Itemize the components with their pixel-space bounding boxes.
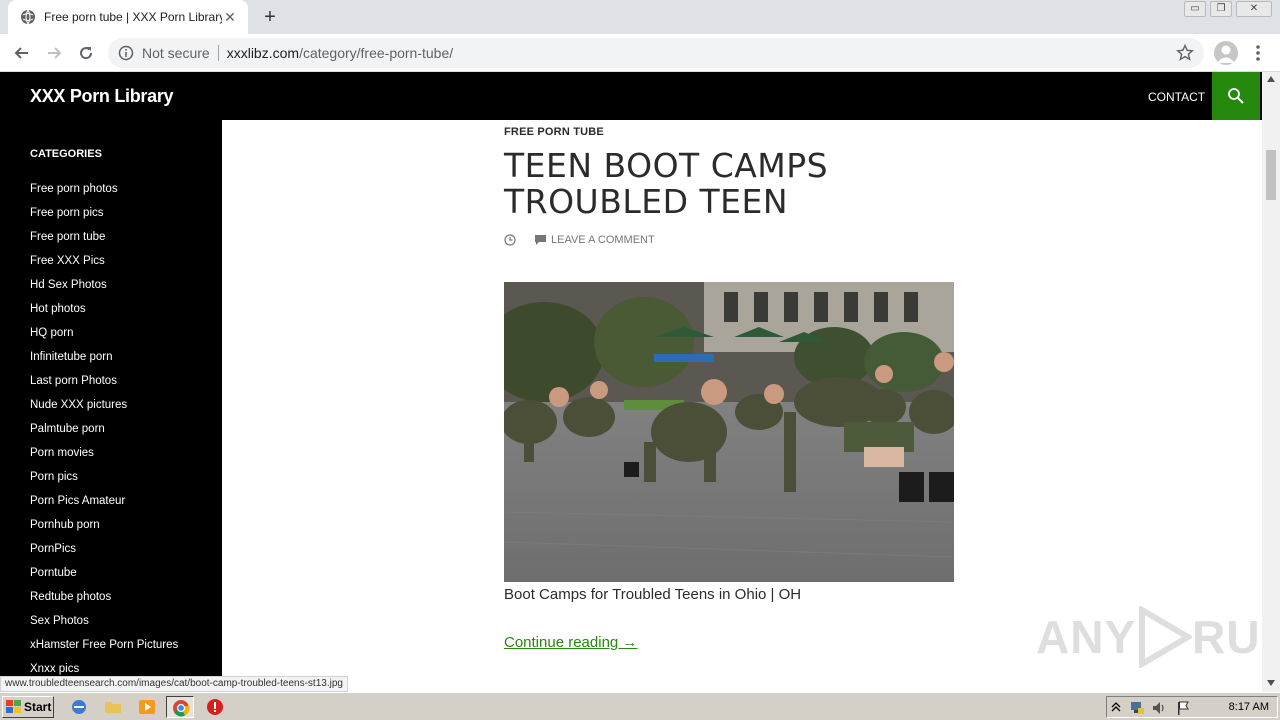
category-link[interactable]: Free porn photos <box>30 182 178 206</box>
post-title-line: TROUBLED TEEN <box>504 182 789 221</box>
action-center-flag-icon[interactable] <box>1175 700 1191 716</box>
category-link[interactable]: Free porn pics <box>30 206 178 230</box>
watermark-text: ANY <box>1036 611 1137 663</box>
globe-icon <box>21 9 35 25</box>
url-host: xxxlibz.com <box>226 45 300 61</box>
category-link[interactable]: Sex Photos <box>30 614 178 638</box>
internet-explorer-icon[interactable] <box>70 698 88 716</box>
start-button[interactable]: Start <box>2 696 54 718</box>
back-arrow-icon <box>14 47 28 59</box>
reload-button[interactable] <box>74 41 98 65</box>
status-url-bubble: www.troubledteensearch.com/images/cat/bo… <box>0 676 348 692</box>
windows-taskbar: Start 8:17 AM <box>0 692 1280 720</box>
category-link[interactable]: Xnxx pics <box>30 662 178 676</box>
nav-contact-link[interactable]: CONTACT <box>1148 90 1205 104</box>
browser-menu-icon[interactable] <box>1250 41 1266 65</box>
category-link[interactable]: PornPics <box>30 542 178 566</box>
leave-comment-link[interactable]: LEAVE A COMMENT <box>551 234 655 246</box>
screen: Free porn tube | XXX Porn Library ✕ + ▭ … <box>0 0 1280 720</box>
info-icon[interactable] <box>118 45 134 61</box>
category-link[interactable]: xHamster Free Porn Pictures <box>30 638 178 662</box>
forward-arrow-icon <box>48 47 62 59</box>
alert-stop-icon[interactable] <box>206 698 224 716</box>
continue-reading-link[interactable]: Continue reading → <box>504 634 637 651</box>
address-bar[interactable]: Not secure xxxlibz.com/category/free-por… <box>108 38 1204 68</box>
network-icon[interactable] <box>1129 700 1145 716</box>
scroll-up-arrow-icon[interactable] <box>1267 76 1275 82</box>
profile-avatar-icon[interactable] <box>1214 41 1238 65</box>
chrome-icon <box>173 700 190 717</box>
category-link[interactable]: Porn pics <box>30 470 178 494</box>
category-link[interactable]: Last porn Photos <box>30 374 178 398</box>
category-link[interactable]: Palmtube porn <box>30 422 178 446</box>
scroll-down-arrow-icon[interactable] <box>1267 680 1275 686</box>
back-button[interactable] <box>10 41 34 65</box>
site-title[interactable]: XXX Porn Library <box>30 86 174 107</box>
site-header: XXX Porn Library CONTACT <box>0 72 1268 120</box>
category-link[interactable]: Hot photos <box>30 302 178 326</box>
restore-button[interactable]: ❐ <box>1210 1 1232 17</box>
scrollbar-thumb[interactable] <box>1266 150 1276 200</box>
chrome-taskbar-button[interactable] <box>166 696 194 718</box>
browser-toolbar: Not secure xxxlibz.com/category/free-por… <box>0 34 1280 72</box>
media-player-icon[interactable] <box>138 698 156 716</box>
category-link[interactable]: Porntube <box>30 566 178 590</box>
tab-title: Free porn tube | XXX Porn Library <box>44 10 222 24</box>
search-toggle-button[interactable] <box>1212 72 1260 120</box>
category-link[interactable]: Free XXX Pics <box>30 254 178 278</box>
vertical-scrollbar[interactable] <box>1262 72 1280 692</box>
sidebar: CATEGORIES Free porn photos Free porn pi… <box>0 120 222 676</box>
category-link[interactable]: Hd Sex Photos <box>30 278 178 302</box>
forward-button[interactable] <box>42 41 66 65</box>
main-content: FREE PORN TUBE TEEN BOOT CAMPS TROUBLED … <box>222 120 1268 676</box>
post-featured-image[interactable] <box>504 282 954 582</box>
clock-icon <box>504 234 516 246</box>
category-link[interactable]: HQ porn <box>30 326 178 350</box>
tray-expand-icon[interactable] <box>1111 701 1121 713</box>
boot-camp-photo <box>504 282 954 582</box>
volume-icon[interactable] <box>1151 700 1167 716</box>
start-label: Start <box>24 700 52 714</box>
category-link[interactable]: Pornhub porn <box>30 518 178 542</box>
post-title-line: TEEN BOOT CAMPS <box>504 146 829 185</box>
bookmark-star-icon[interactable] <box>1176 44 1194 62</box>
category-list: Free porn photos Free porn pics Free por… <box>30 182 178 676</box>
window-close-button[interactable]: ✕ <box>1236 1 1272 17</box>
category-link[interactable]: Porn Pics Amateur <box>30 494 178 518</box>
post-category-link[interactable]: FREE PORN TUBE <box>504 126 604 138</box>
windows-logo-icon <box>6 700 21 713</box>
search-icon <box>1228 88 1244 104</box>
folder-icon[interactable] <box>104 698 122 716</box>
security-label[interactable]: Not secure <box>142 45 210 61</box>
play-triangle-icon <box>1139 606 1193 668</box>
omnibox-divider <box>217 45 219 61</box>
tab-strip: Free porn tube | XXX Porn Library ✕ + ▭ … <box>0 0 1280 34</box>
minimize-button[interactable]: ▭ <box>1184 1 1206 17</box>
tab-close-icon[interactable]: ✕ <box>222 9 238 26</box>
reload-icon <box>80 47 93 60</box>
category-link[interactable]: Nude XXX pictures <box>30 398 178 422</box>
new-tab-button[interactable]: + <box>258 6 282 28</box>
categories-heading: CATEGORIES <box>30 148 102 160</box>
taskbar-clock[interactable]: 8:17 AM <box>1229 701 1269 713</box>
browser-tab[interactable]: Free porn tube | XXX Porn Library ✕ <box>8 0 248 34</box>
comment-bubble-icon <box>535 235 546 245</box>
url-path: /category/free-porn-tube/ <box>299 45 454 61</box>
image-caption: Boot Camps for Troubled Teens in Ohio | … <box>504 586 802 603</box>
category-link[interactable]: Infinitetube porn <box>30 350 178 374</box>
system-tray: 8:17 AM <box>1106 696 1278 718</box>
category-link[interactable]: Porn movies <box>30 446 178 470</box>
post-title[interactable]: TEEN BOOT CAMPS TROUBLED TEEN <box>504 148 864 220</box>
anyrun-watermark: ANY RUN <box>1036 606 1280 668</box>
category-link[interactable]: Redtube photos <box>30 590 178 614</box>
category-link[interactable]: Free porn tube <box>30 230 178 254</box>
post-meta: LEAVE A COMMENT <box>504 234 655 246</box>
